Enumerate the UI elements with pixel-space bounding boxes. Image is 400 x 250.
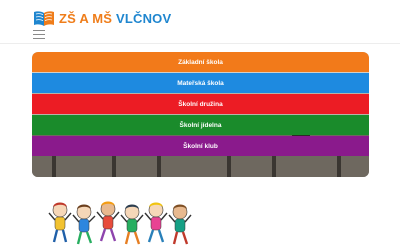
site-logo[interactable]: ZŠ A MŠ VLČNOV xyxy=(33,9,171,27)
open-book-icon xyxy=(34,11,54,26)
section-navigation: Základní škola Mateřská škola Školní dru… xyxy=(32,52,369,157)
logo-text-town: VLČNOV xyxy=(115,10,172,26)
nav-button-skolni-druzina[interactable]: Školní družina xyxy=(32,94,369,114)
logo-text: ZŠ A MŠ VLČNOV xyxy=(59,11,171,26)
hero-banner: Základní škola Mateřská škola Školní dru… xyxy=(32,52,369,177)
nav-button-materska-skola[interactable]: Mateřská škola xyxy=(32,73,369,93)
logo-text-school: ZŠ A MŠ xyxy=(59,10,116,26)
hamburger-menu-icon[interactable] xyxy=(33,30,45,39)
children-jumping-illustration xyxy=(48,201,192,245)
nav-button-skolni-klub[interactable]: Školní klub xyxy=(32,136,369,156)
nav-button-skolni-jidelna[interactable]: Školní jídelna xyxy=(32,115,369,135)
page: ZŠ A MŠ VLČNOV Základní škola Mateřská š… xyxy=(0,0,400,250)
header-divider xyxy=(0,43,400,44)
nav-button-zakladni-skola[interactable]: Základní škola xyxy=(32,52,369,72)
